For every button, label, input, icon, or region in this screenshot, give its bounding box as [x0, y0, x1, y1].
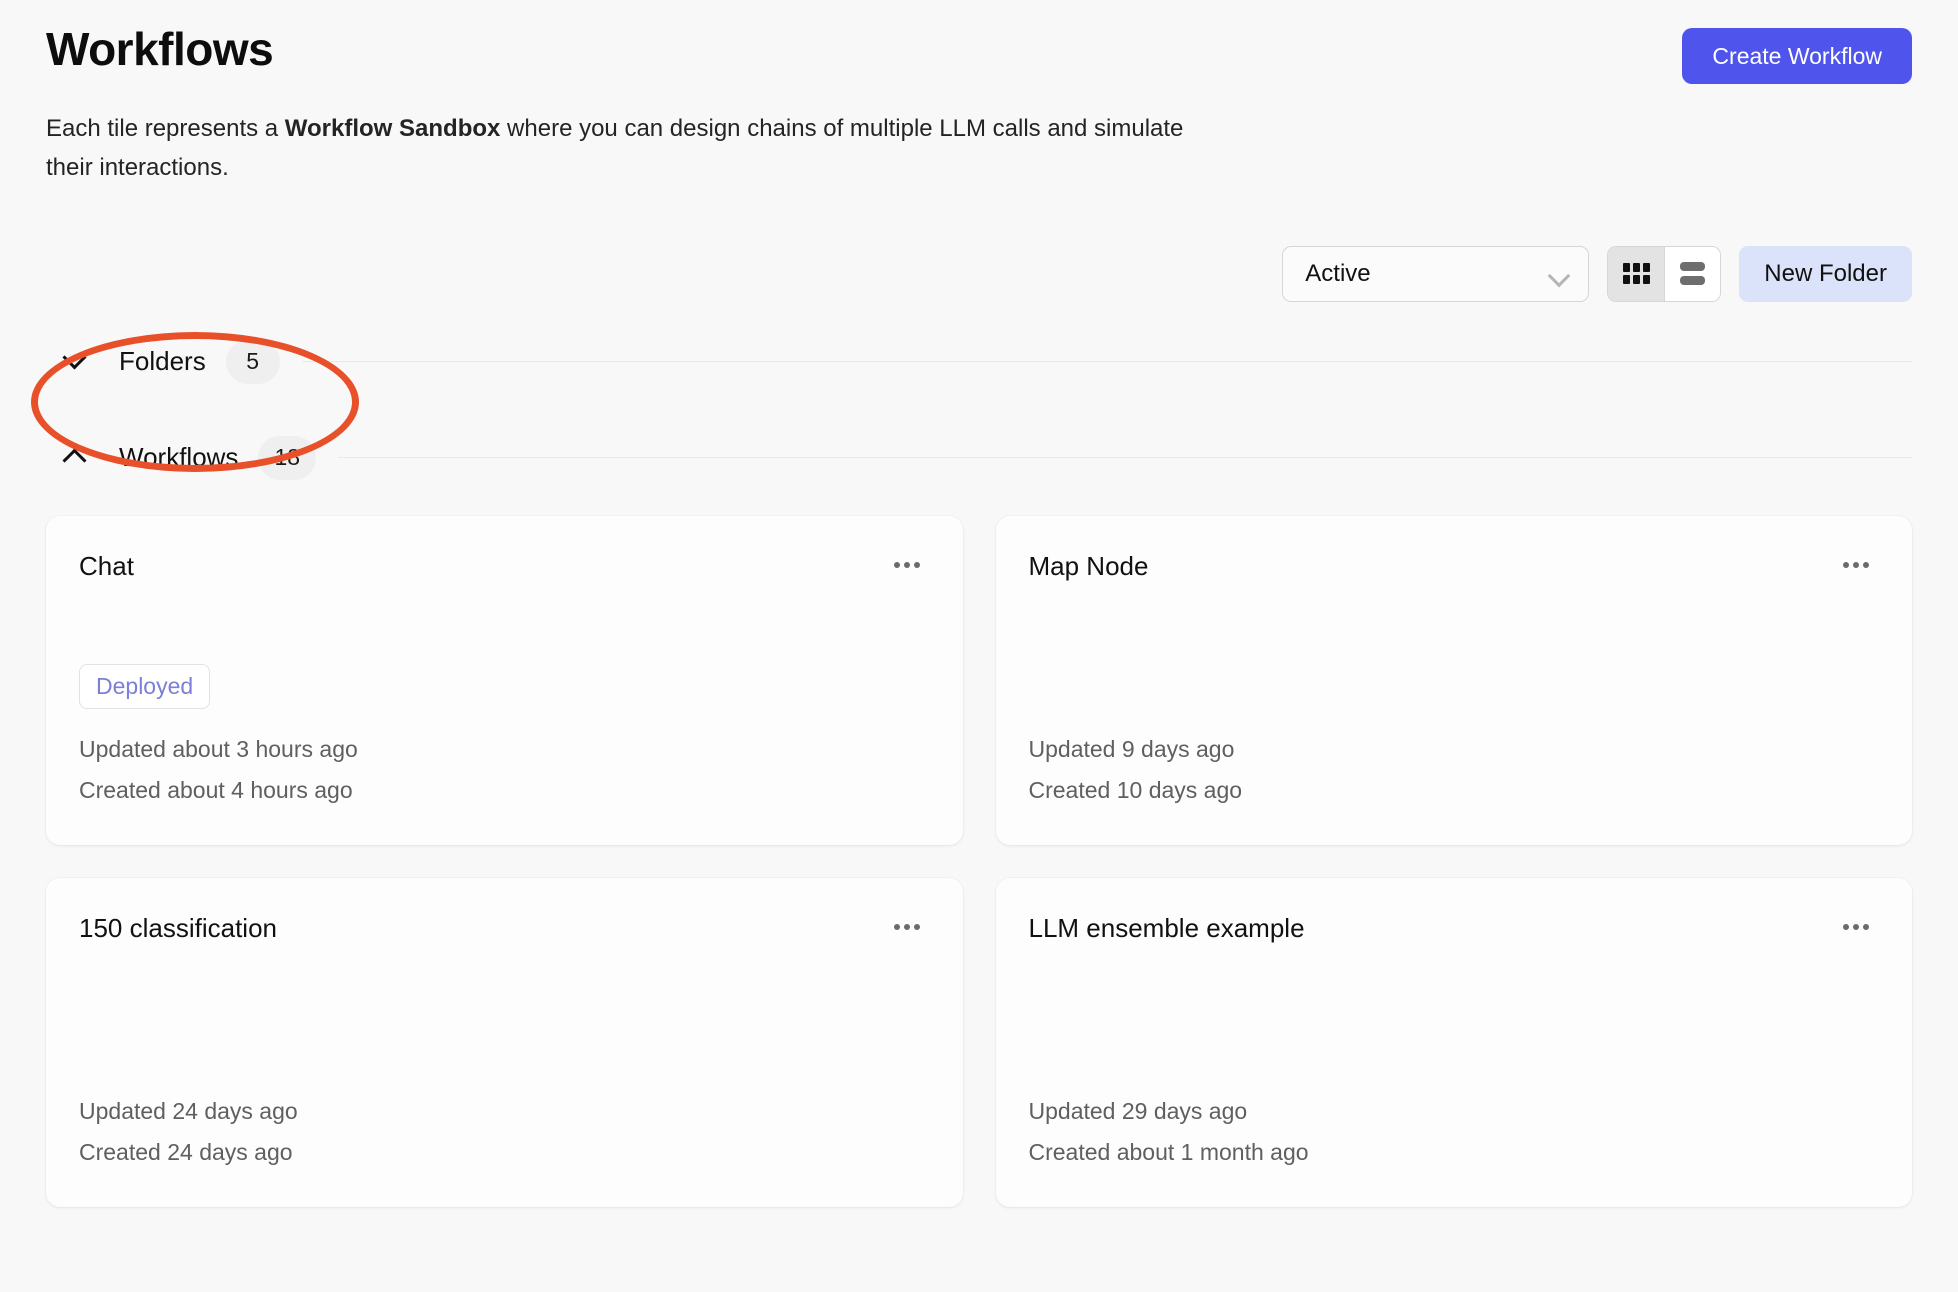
- page-title: Workflows: [46, 23, 274, 75]
- create-workflow-button[interactable]: Create Workflow: [1682, 28, 1912, 84]
- workflow-updated-text: Updated 29 days ago: [1028, 1097, 1248, 1124]
- more-options-icon[interactable]: [892, 556, 922, 574]
- workflow-card[interactable]: 150 classification Updated 24 days ago C…: [46, 877, 963, 1207]
- more-options-icon[interactable]: [892, 918, 922, 936]
- workflow-created-text: Created 10 days ago: [1028, 776, 1243, 803]
- section-divider: [301, 361, 1912, 363]
- card-header: Map Node: [1029, 552, 1872, 581]
- workflow-created-text: Created about 1 month ago: [1028, 1138, 1309, 1165]
- more-options-icon[interactable]: [1841, 918, 1871, 936]
- workflows-page: Workflows Create Workflow Each tile repr…: [0, 0, 1958, 1292]
- workflow-card-title: Map Node: [1028, 550, 1149, 581]
- chevron-down-icon[interactable]: [46, 345, 102, 370]
- status-filter-value: Active: [1305, 259, 1371, 287]
- subtitle-text-before: Each tile represents a: [46, 115, 285, 142]
- folders-section-header[interactable]: Folders 5: [46, 339, 1912, 384]
- page-subtitle: Each tile represents a Workflow Sandbox …: [46, 110, 1226, 188]
- workflows-section-header[interactable]: Workflows 18: [46, 435, 1912, 480]
- subtitle-emphasis: Workflow Sandbox: [284, 115, 501, 142]
- card-header: LLM ensemble example: [1029, 914, 1872, 943]
- section-divider: [338, 457, 1912, 459]
- workflow-card[interactable]: Map Node Updated 9 days ago Created 10 d…: [995, 515, 1912, 845]
- card-header: Chat: [79, 552, 922, 581]
- folders-section-label: Folders: [119, 346, 206, 377]
- workflow-created-text: Created about 4 hours ago: [79, 776, 353, 803]
- workflow-card-grid: Chat Deployed Updated about 3 hours ago …: [46, 515, 1912, 1207]
- page-header: Workflows Create Workflow: [46, 0, 1912, 84]
- workflows-count-badge: 18: [258, 435, 317, 480]
- chevron-up-icon[interactable]: [46, 448, 102, 473]
- workflow-created-text: Created 24 days ago: [79, 1138, 293, 1165]
- new-folder-button[interactable]: New Folder: [1739, 245, 1912, 302]
- workflows-section-label: Workflows: [119, 442, 239, 473]
- grid-view-icon: [1622, 263, 1650, 285]
- toolbar: Active New Folder: [46, 245, 1912, 302]
- card-header: 150 classification: [79, 914, 922, 943]
- more-options-icon[interactable]: [1841, 556, 1871, 574]
- workflow-updated-text: Updated about 3 hours ago: [79, 735, 358, 762]
- card-footer: Updated 9 days ago Created 10 days ago: [1029, 729, 1872, 811]
- status-badge: Deployed: [79, 663, 211, 709]
- view-mode-toggle: [1607, 245, 1722, 302]
- workflow-updated-text: Updated 24 days ago: [79, 1097, 298, 1124]
- workflow-card-title: LLM ensemble example: [1028, 912, 1305, 943]
- folders-count-badge: 5: [225, 339, 280, 384]
- workflow-card[interactable]: LLM ensemble example Updated 29 days ago…: [995, 877, 1912, 1207]
- card-footer: Deployed Updated about 3 hours ago Creat…: [79, 663, 922, 811]
- workflow-updated-text: Updated 9 days ago: [1028, 735, 1235, 762]
- status-filter-select[interactable]: Active: [1282, 245, 1590, 302]
- card-footer: Updated 29 days ago Created about 1 mont…: [1029, 1091, 1872, 1173]
- workflow-card-title: Chat: [79, 550, 134, 581]
- grid-view-button[interactable]: [1608, 246, 1665, 301]
- list-view-icon: [1680, 262, 1706, 286]
- workflow-card-title: 150 classification: [79, 912, 277, 943]
- chevron-down-icon: [1549, 268, 1569, 280]
- card-footer: Updated 24 days ago Created 24 days ago: [79, 1091, 922, 1173]
- workflow-card[interactable]: Chat Deployed Updated about 3 hours ago …: [46, 515, 963, 845]
- list-view-button[interactable]: [1664, 246, 1721, 301]
